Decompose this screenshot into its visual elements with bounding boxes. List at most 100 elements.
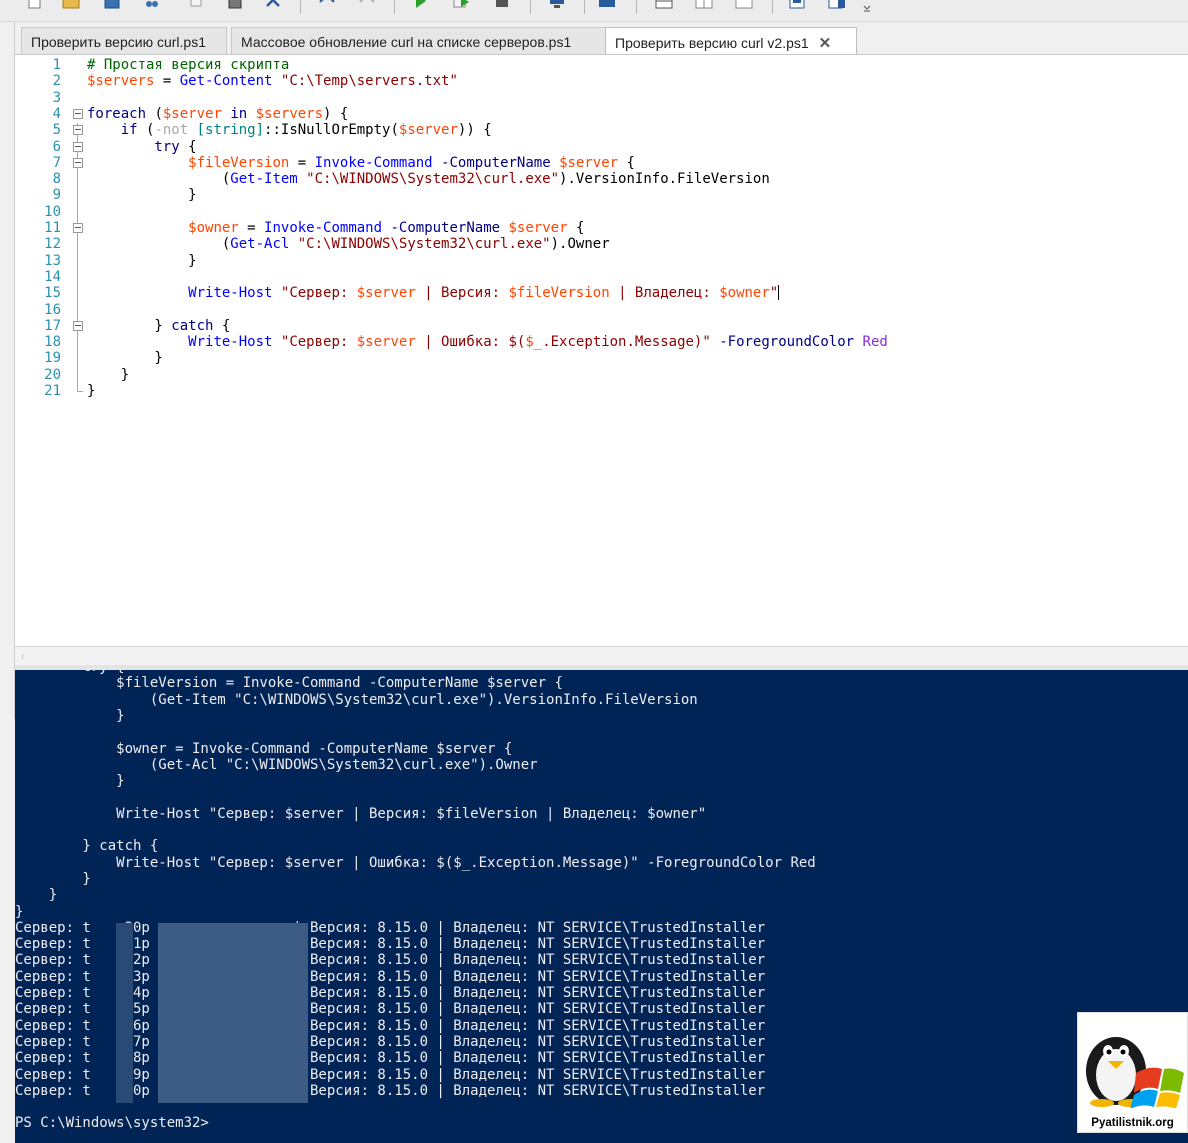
code-line: 10 bbox=[15, 204, 1188, 220]
line-number: 20 bbox=[44, 366, 61, 383]
line-number: 11 bbox=[44, 220, 61, 236]
console-line: (Get-Item "C:\WINDOWS\System32\curl.exe"… bbox=[15, 691, 698, 708]
layout-max-icon[interactable] bbox=[735, 0, 753, 10]
code-line: 3 bbox=[15, 90, 1188, 106]
editor-horizontal-scrollbar[interactable]: ‹ bbox=[15, 646, 1188, 665]
console-line: Write-Host "Сервер: $server | Ошибка: $(… bbox=[15, 854, 816, 871]
tab-script-2[interactable]: Массовое обновление curl на списке серве… bbox=[231, 27, 617, 55]
script-editor[interactable]: 1 # Простая версия скрипта 2 $servers = Ge… bbox=[15, 54, 1188, 646]
run-icon[interactable] bbox=[412, 0, 430, 10]
fold-toggle-icon[interactable] bbox=[73, 141, 83, 152]
tab-script-3[interactable]: Проверить версию curl v2.ps1 ✕ bbox=[605, 27, 857, 56]
console-line: $owner = Invoke-Command -ComputerName $s… bbox=[15, 740, 513, 757]
code-token: [string] bbox=[196, 122, 265, 139]
code-token: .Exception.Message)" bbox=[542, 334, 711, 351]
code-line: 5 if (-not [string]::IsNullOrEmpty($serv… bbox=[15, 122, 1188, 138]
code-token: $server bbox=[398, 122, 458, 139]
scroll-left-icon[interactable]: ‹ bbox=[21, 649, 25, 663]
line-number: 17 bbox=[44, 317, 61, 334]
new-icon[interactable] bbox=[26, 0, 44, 10]
code-line: 20 } bbox=[15, 367, 1188, 383]
code-token: ( bbox=[137, 122, 155, 139]
console-line: Write-Host "Сервер: $server | Версия: $f… bbox=[15, 805, 707, 822]
fold-toggle-icon[interactable] bbox=[73, 157, 83, 168]
console-line: } bbox=[15, 903, 24, 920]
fold-toggle-icon[interactable] bbox=[73, 108, 83, 119]
addon-icon[interactable] bbox=[828, 0, 846, 10]
run-selection-icon[interactable] bbox=[452, 0, 470, 10]
clear-icon[interactable] bbox=[264, 0, 282, 10]
penguin-logo-icon bbox=[1086, 1037, 1184, 1109]
code-line: 1 # Простая версия скрипта bbox=[15, 57, 1188, 73]
text-caret bbox=[778, 285, 780, 301]
code-token: } bbox=[87, 366, 130, 383]
code-token: = bbox=[238, 220, 265, 236]
save-icon[interactable] bbox=[103, 0, 121, 10]
code-token: ( bbox=[146, 105, 163, 122]
script-tabs: Проверить версию curl.ps1 Массовое обнов… bbox=[17, 22, 1188, 56]
more-icon[interactable] bbox=[862, 0, 872, 14]
open-icon[interactable] bbox=[62, 0, 80, 10]
console-icon[interactable] bbox=[598, 0, 616, 10]
redacted-region bbox=[116, 923, 133, 1103]
code-token: $servers bbox=[87, 73, 155, 90]
copy-icon[interactable] bbox=[186, 0, 204, 10]
console-line: } bbox=[15, 773, 125, 790]
code-token: Get-Content bbox=[179, 73, 273, 90]
snippet-icon[interactable] bbox=[788, 0, 806, 10]
fold-toggle-icon[interactable] bbox=[73, 320, 83, 331]
code-token: { bbox=[618, 154, 635, 171]
code-token: } bbox=[87, 350, 163, 367]
redo-icon[interactable] bbox=[358, 0, 376, 10]
line-number: 10 bbox=[44, 203, 61, 220]
code-token: Get-Acl bbox=[230, 236, 290, 253]
code-line: 4 foreach ($server in $servers) { bbox=[15, 106, 1188, 122]
code-line: 2 $servers = Get-Content "C:\Temp\servers… bbox=[15, 73, 1188, 89]
undo-icon[interactable] bbox=[318, 0, 336, 10]
code-token: ::IsNullOrEmpty( bbox=[264, 122, 399, 139]
code-token: $server bbox=[162, 105, 222, 122]
tab-label: Проверить версию curl v2.ps1 bbox=[615, 35, 809, 51]
line-number: 8 bbox=[52, 171, 61, 188]
fold-toggle-icon[interactable] bbox=[73, 223, 83, 233]
code-token: if bbox=[87, 122, 138, 139]
console-line: } bbox=[15, 887, 58, 904]
line-number: 21 bbox=[44, 383, 61, 399]
code-line: 21} bbox=[15, 383, 1188, 399]
line-number: 9 bbox=[52, 187, 61, 204]
remote-icon[interactable] bbox=[548, 0, 566, 10]
layout-top-icon[interactable] bbox=[655, 0, 673, 10]
code-token: } bbox=[87, 187, 197, 204]
code-token: } bbox=[87, 252, 197, 269]
code-token: try bbox=[87, 138, 180, 155]
code-token: $owner bbox=[719, 285, 770, 302]
layout-right-icon[interactable] bbox=[695, 0, 713, 10]
code-token: -ComputerName bbox=[441, 154, 551, 171]
code-token: $servers bbox=[255, 105, 324, 122]
cut-icon[interactable] bbox=[143, 0, 161, 10]
code-token: Write-Host bbox=[188, 285, 273, 302]
redacted-region bbox=[158, 923, 308, 1103]
tab-script-1[interactable]: Проверить версию curl.ps1 bbox=[21, 27, 227, 55]
code-token: = bbox=[289, 154, 315, 171]
stop-icon[interactable] bbox=[493, 0, 511, 10]
console-line: PS C:\Windows\system32> bbox=[15, 1115, 209, 1132]
fold-toggle-icon[interactable] bbox=[73, 125, 83, 136]
code-token: -ForegroundColor bbox=[719, 334, 855, 351]
paste-icon[interactable] bbox=[226, 0, 244, 10]
line-number: 19 bbox=[44, 350, 61, 367]
tab-label: Массовое обновление curl на списке серве… bbox=[241, 34, 572, 50]
close-tab-icon[interactable]: ✕ bbox=[819, 34, 832, 52]
console-line: (Get-Acl "C:\WINDOWS\System32\curl.exe")… bbox=[15, 756, 538, 773]
code-token: catch bbox=[171, 317, 214, 334]
